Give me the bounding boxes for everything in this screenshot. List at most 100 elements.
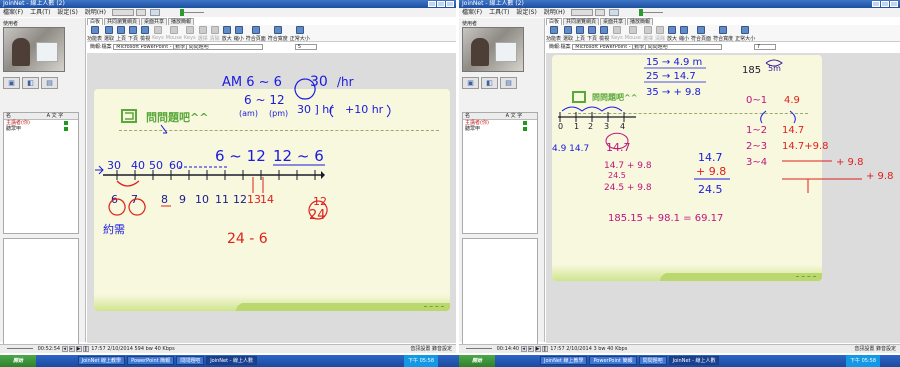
toolbar-button-keys[interactable]: Keys bbox=[611, 25, 623, 41]
ink-left-mark: 4.9 14.7 bbox=[552, 144, 589, 154]
menu-file[interactable]: 檔案(F) bbox=[3, 9, 23, 16]
camera-icon[interactable]: ▣ bbox=[462, 77, 479, 89]
whiteboard-area[interactable]: 問問題吧^^ AM 6 ~ 6 30 /hr 6 ~ 12 (am) (pm) … bbox=[87, 53, 456, 343]
toolbar-button-choose[interactable]: 選擇 bbox=[643, 25, 653, 42]
taskbar-item[interactable]: PowerPoint 簡報 bbox=[127, 356, 175, 365]
toolbar-button-zoom-out[interactable]: 縮小 bbox=[234, 25, 244, 42]
toolbar-button-prev[interactable]: 上頁 bbox=[116, 25, 126, 42]
toolbar-button-fit-width[interactable]: 符合寬度 bbox=[713, 25, 733, 42]
toolbar-button-keys[interactable]: Keys bbox=[152, 25, 164, 41]
chat-panel[interactable] bbox=[3, 238, 79, 353]
record-settings[interactable]: 錄音設定 bbox=[432, 346, 452, 352]
toolbar-button-view[interactable]: 檢視 bbox=[140, 25, 150, 42]
toolbar-button-menu[interactable]: 功能表 bbox=[546, 25, 561, 42]
volume-slider-track[interactable] bbox=[641, 12, 663, 13]
taskbar-item[interactable]: 問問題吧 bbox=[638, 356, 667, 365]
toolbar-button-zoom-in[interactable]: 放大 bbox=[222, 25, 232, 42]
camera-icon[interactable]: ▣ bbox=[3, 77, 20, 89]
playback-track[interactable] bbox=[466, 348, 492, 349]
taskbar-item[interactable]: JoinNet 線上教學 bbox=[540, 356, 588, 365]
toolbar-button-clear[interactable]: 清除 bbox=[655, 25, 665, 42]
mic-icon[interactable] bbox=[136, 9, 146, 16]
share-icon[interactable]: ◧ bbox=[481, 77, 498, 89]
minimize-icon[interactable] bbox=[428, 1, 436, 7]
toolbar-button-view[interactable]: 檢視 bbox=[599, 25, 609, 42]
toolbar-button-choose[interactable]: 選擇 bbox=[198, 25, 208, 42]
maximize-icon[interactable] bbox=[881, 1, 889, 7]
toolbar-button-mouse[interactable]: Mouse bbox=[166, 25, 182, 41]
volume-icon[interactable] bbox=[112, 9, 134, 16]
zoom-select[interactable]: 5 bbox=[294, 44, 317, 50]
axis-num: 11 bbox=[215, 193, 229, 206]
menu-tools[interactable]: 工具(T) bbox=[489, 9, 509, 16]
toolbar-button-keys2[interactable]: Keys bbox=[184, 25, 196, 41]
record-settings[interactable]: 錄音設定 bbox=[876, 346, 896, 352]
forward-icon[interactable]: ▸ bbox=[68, 345, 75, 352]
toolbar-button-zoom-in[interactable]: 放大 bbox=[667, 25, 677, 42]
menu-settings[interactable]: 設定(S) bbox=[516, 9, 537, 16]
menu-help[interactable]: 說明(H) bbox=[85, 9, 106, 16]
volume-slider-track[interactable] bbox=[182, 12, 204, 13]
volume-slider-thumb[interactable] bbox=[180, 9, 184, 16]
slide-file-dropdown[interactable]: Microsoft PowerPoint - [數學] 問問題吧 bbox=[572, 44, 723, 50]
close-icon[interactable] bbox=[890, 1, 898, 7]
share-icon[interactable]: ◧ bbox=[22, 77, 39, 89]
ink-line-num: 60 bbox=[169, 159, 183, 172]
ink-x2: + 9.8 bbox=[696, 165, 726, 178]
menu-help[interactable]: 說明(H) bbox=[544, 9, 565, 16]
toolbar-button-normal-size[interactable]: 正常大小 bbox=[735, 25, 755, 42]
taskbar-item[interactable]: JoinNet - 線上人數 bbox=[668, 356, 720, 365]
play-icon[interactable]: ▶ bbox=[75, 345, 82, 352]
forward-icon[interactable]: ▸ bbox=[527, 345, 534, 352]
maximize-icon[interactable] bbox=[437, 1, 445, 7]
toolbar-button-zoom-out[interactable]: 縮小 bbox=[679, 25, 689, 42]
user-row[interactable]: 聽眾甲 bbox=[4, 126, 78, 132]
taskbar-item[interactable]: JoinNet 線上教學 bbox=[77, 356, 126, 365]
start-button[interactable]: 開始 bbox=[0, 355, 36, 367]
toolbar-button-clear[interactable]: 清除 bbox=[210, 25, 220, 42]
rewind-icon[interactable]: ◂ bbox=[520, 345, 527, 352]
toolbar-button-mouse[interactable]: Mouse bbox=[625, 25, 641, 41]
menu-tools[interactable]: 工具(T) bbox=[30, 9, 50, 16]
taskbar-item[interactable]: PowerPoint 簡報 bbox=[589, 356, 637, 365]
settings-icon[interactable]: ▤ bbox=[41, 77, 58, 89]
audio-settings[interactable]: 音訊設置 bbox=[854, 346, 874, 352]
video-label: 使用者 bbox=[3, 21, 19, 27]
start-button[interactable]: 開始 bbox=[459, 355, 495, 367]
bandwidth: 3 bw bbox=[593, 346, 606, 352]
slide-file-dropdown[interactable]: Microsoft PowerPoint - [數學] 問問題吧 bbox=[113, 44, 264, 50]
user-row[interactable]: 聽眾甲 bbox=[463, 126, 537, 132]
pause-icon[interactable]: ‖ bbox=[541, 345, 548, 352]
whiteboard-area[interactable]: 問問題吧^^ 15 → 4.9 m 25 → 14.7 35 → + 9.8 1… bbox=[546, 53, 900, 343]
menu-settings[interactable]: 設定(S) bbox=[57, 9, 78, 16]
view-icon bbox=[600, 26, 609, 34]
menu-file[interactable]: 檔案(F) bbox=[462, 9, 482, 16]
mic-icon[interactable] bbox=[595, 9, 605, 16]
toolbar-button-prev[interactable]: 上頁 bbox=[575, 25, 585, 42]
audio-settings[interactable]: 音訊設置 bbox=[410, 346, 430, 352]
toolbar-button-fit-page[interactable]: 符合頁面 bbox=[691, 25, 711, 42]
zoom-select[interactable]: 7 bbox=[753, 44, 776, 50]
taskbar-item[interactable]: 問問題吧 bbox=[176, 356, 205, 365]
pause-icon[interactable]: ‖ bbox=[82, 345, 89, 352]
rewind-icon[interactable]: ◂ bbox=[61, 345, 68, 352]
toolbar-button-next[interactable]: 下頁 bbox=[587, 25, 597, 42]
taskbar-item[interactable]: JoinNet - 線上人數 bbox=[206, 356, 258, 365]
close-icon[interactable] bbox=[446, 1, 454, 7]
settings-icon[interactable]: ▤ bbox=[500, 77, 517, 89]
volume-slider-thumb[interactable] bbox=[639, 9, 643, 16]
play-icon[interactable]: ▶ bbox=[534, 345, 541, 352]
toolbar-button-menu[interactable]: 功能表 bbox=[87, 25, 102, 42]
chat-panel[interactable] bbox=[462, 238, 538, 353]
toolbar-button-select[interactable]: 選取 bbox=[104, 25, 114, 42]
minimize-icon[interactable] bbox=[872, 1, 880, 7]
pen-icon[interactable] bbox=[150, 9, 160, 16]
playback-track[interactable] bbox=[7, 348, 33, 349]
volume-icon[interactable] bbox=[571, 9, 593, 16]
pen-icon[interactable] bbox=[609, 9, 619, 16]
toolbar-button-next[interactable]: 下頁 bbox=[128, 25, 138, 42]
toolbar-button-fit-width[interactable]: 符合寬度 bbox=[268, 25, 288, 42]
toolbar-button-normal-size[interactable]: 正常大小 bbox=[290, 25, 310, 42]
toolbar-button-fit-page[interactable]: 符合頁面 bbox=[246, 25, 266, 42]
toolbar-button-select[interactable]: 選取 bbox=[563, 25, 573, 42]
